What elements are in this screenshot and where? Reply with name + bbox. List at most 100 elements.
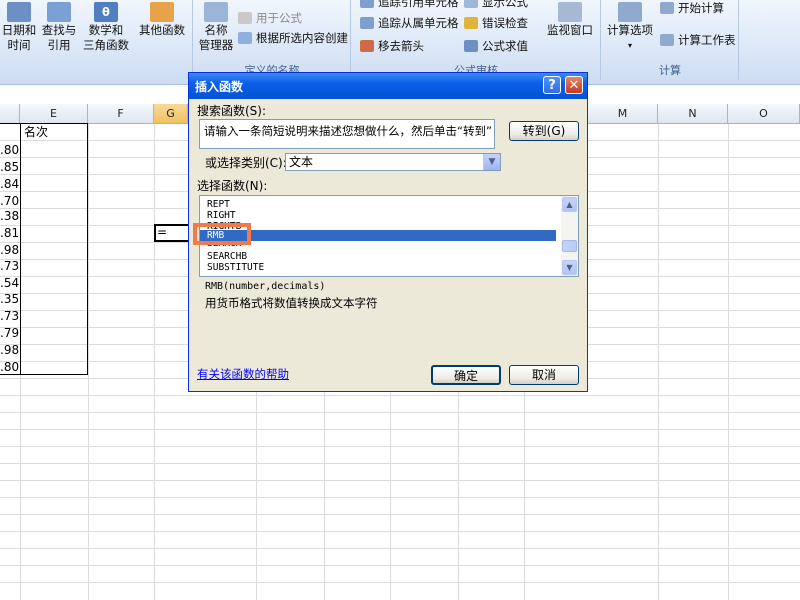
function-list-label: 选择函数(N): <box>197 179 268 193</box>
scroll-thumb[interactable] <box>562 240 577 252</box>
scroll-up-icon[interactable]: ▲ <box>562 197 577 212</box>
remove-arrows-label: 移去箭头 <box>378 39 424 53</box>
list-item[interactable]: RIGHT <box>207 210 236 221</box>
cell-d-value[interactable]: .85 <box>0 158 19 176</box>
gridline <box>0 463 800 464</box>
function-list[interactable]: REPT RIGHT RIGHTB RMB SEARCH SEARCHB SUB… <box>199 195 579 277</box>
create-from-selection-button[interactable]: 根据所选内容创建 <box>238 30 348 46</box>
column-header-f[interactable]: F <box>88 104 154 124</box>
gridline <box>0 531 800 532</box>
category-select[interactable]: 文本 ▼ <box>285 153 501 171</box>
trace-dependents-icon <box>360 17 374 29</box>
cell-d-value[interactable]: .38 <box>0 207 19 225</box>
create-from-selection-label: 根据所选内容创建 <box>256 31 348 45</box>
cell-d-value[interactable]: .80 <box>0 141 19 159</box>
other-functions-button[interactable]: 其他函数 <box>136 2 188 38</box>
cell-d-value[interactable]: .84 <box>0 175 19 193</box>
name-manager-icon <box>204 2 228 22</box>
function-help-link[interactable]: 有关该函数的帮助 <box>197 366 289 382</box>
function-signature: RMB(number,decimals) <box>205 281 326 292</box>
name-manager-button[interactable]: 名称 管理器 <box>196 2 236 53</box>
annotation-highlight-box <box>193 223 251 245</box>
cell-d-value[interactable]: .80 <box>0 358 19 376</box>
chevron-down-icon: ▾ <box>627 41 632 50</box>
dialog-title: 插入函数 <box>195 80 244 94</box>
column-header-o[interactable]: O <box>728 104 800 124</box>
calc-options-button[interactable]: 计算选项 ▾ <box>604 2 656 53</box>
list-item-selected[interactable]: RMB <box>200 230 556 241</box>
list-scrollbar[interactable]: ▲ ▼ <box>561 196 578 276</box>
calculator-icon <box>660 2 674 14</box>
cell-d-value[interactable]: .73 <box>0 257 19 275</box>
evaluate-formula-label: 公式求值 <box>482 39 528 53</box>
warning-icon <box>464 17 478 29</box>
formula-auditing-group: 追踪引用单元格 追踪从属单元格 移去箭头 显示公式 错误检查 公式求值 监视窗口… <box>352 0 601 80</box>
error-checking-label: 错误检查 <box>482 16 528 30</box>
remove-arrows-button[interactable]: 移去箭头 <box>360 38 424 54</box>
category-value: 文本 <box>289 155 314 169</box>
trace-precedents-icon <box>360 0 374 8</box>
name-manager-label: 名称 管理器 <box>198 23 234 52</box>
column-header-g[interactable]: G <box>154 104 188 124</box>
list-item[interactable]: SUBSTITUTE <box>207 262 264 273</box>
theta-icon: θ <box>94 2 118 22</box>
close-icon[interactable]: ✕ <box>565 76 583 94</box>
gridline <box>658 124 659 600</box>
search-input[interactable]: 请输入一条简短说明来描述您想做什么，然后单击“转到” <box>199 119 495 149</box>
column-header-d[interactable] <box>0 104 20 124</box>
chevron-down-icon[interactable]: ▼ <box>483 154 500 170</box>
active-cell[interactable]: = <box>154 224 190 242</box>
gridline <box>0 497 800 498</box>
gridline <box>0 565 800 566</box>
ok-button[interactable]: 确定 <box>431 365 501 385</box>
column-header-n[interactable]: N <box>658 104 728 124</box>
active-cell-content: = <box>157 225 168 239</box>
show-formulas-button[interactable]: 显示公式 <box>464 0 528 10</box>
scroll-down-icon[interactable]: ▼ <box>562 260 577 275</box>
list-item[interactable]: REPT <box>207 199 230 210</box>
trace-dependents-button[interactable]: 追踪从属单元格 <box>360 15 459 31</box>
cell-d-value[interactable]: .98 <box>0 341 19 359</box>
column-header-e[interactable]: E <box>20 104 88 124</box>
cell-d-value[interactable]: .73 <box>0 307 19 325</box>
watch-window-label: 监视窗口 <box>547 23 593 37</box>
evaluate-formula-button[interactable]: 公式求值 <box>464 38 528 54</box>
use-in-formula-button[interactable]: 用于公式 <box>238 10 302 26</box>
lookup-button[interactable]: 查找与 引用 <box>40 2 78 53</box>
calc-options-icon <box>618 2 642 22</box>
table-border <box>20 123 21 375</box>
table-border <box>87 123 88 375</box>
cell-d-value[interactable]: .79 <box>0 324 19 342</box>
gridline <box>0 480 800 481</box>
more-functions-icon <box>150 2 174 22</box>
insert-function-dialog: 插入函数 ? ✕ 搜索函数(S): 请输入一条简短说明来描述您想做什么，然后单击… <box>188 72 588 392</box>
datetime-button[interactable]: 日期和 时间 <box>0 2 38 53</box>
create-names-icon <box>238 32 252 44</box>
calculation-label: 计算 <box>659 64 681 77</box>
list-item[interactable]: SEARCHB <box>207 251 247 262</box>
column-header-m[interactable]: M <box>588 104 658 124</box>
trace-precedents-button[interactable]: 追踪引用单元格 <box>360 0 459 10</box>
watch-window-button[interactable]: 监视窗口 <box>544 2 596 38</box>
gridline <box>728 124 729 600</box>
other-functions-label: 其他函数 <box>139 23 185 37</box>
cell-d-value[interactable]: .81 <box>0 224 19 242</box>
formula-icon <box>238 12 252 24</box>
show-formulas-label: 显示公式 <box>482 0 528 9</box>
gridline <box>0 446 800 447</box>
cancel-button[interactable]: 取消 <box>509 365 579 385</box>
dialog-titlebar[interactable]: 插入函数 ? ✕ <box>189 73 587 99</box>
calc-sheet-button[interactable]: 计算工作表 <box>660 32 736 48</box>
math-button[interactable]: θ 数学和 三角函数 <box>80 2 132 53</box>
help-icon[interactable]: ? <box>543 76 561 94</box>
lookup-icon <box>47 2 71 22</box>
gridline <box>0 395 800 396</box>
gridline <box>0 412 800 413</box>
go-button[interactable]: 转到(G) <box>509 121 579 141</box>
cell-e-header[interactable]: 名次 <box>24 123 48 141</box>
error-checking-button[interactable]: 错误检查 <box>464 15 528 31</box>
cell-d-value[interactable]: .35 <box>0 290 19 308</box>
calc-now-label: 开始计算 <box>678 1 724 15</box>
calc-now-button[interactable]: 开始计算 <box>660 0 724 16</box>
use-in-formula-label: 用于公式 <box>256 11 302 25</box>
